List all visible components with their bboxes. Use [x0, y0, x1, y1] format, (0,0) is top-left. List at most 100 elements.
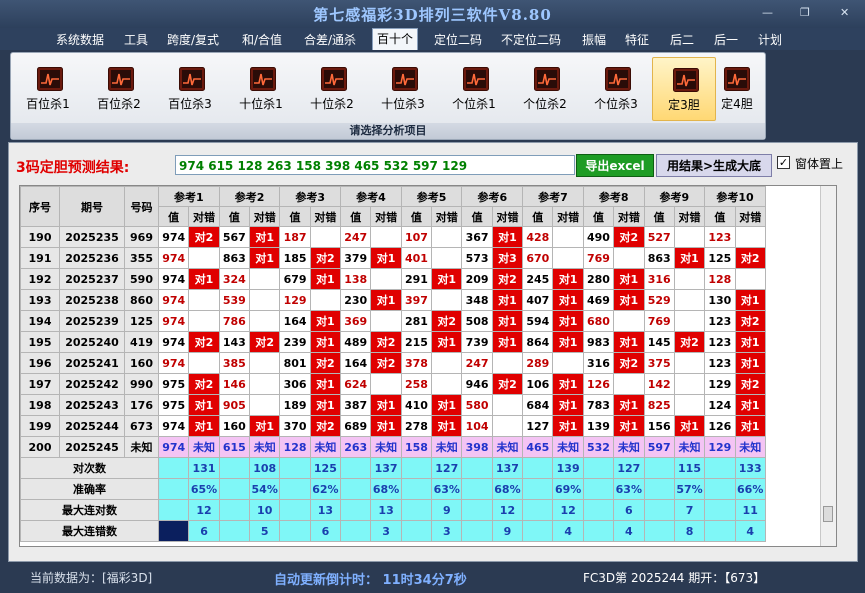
row-draw-code: 160: [124, 352, 159, 374]
menu-item[interactable]: 特征: [625, 31, 649, 48]
topmost-checkbox[interactable]: ✓: [777, 156, 790, 169]
column-header[interactable]: 序号: [20, 186, 60, 227]
stats-value: 13: [309, 499, 342, 521]
column-header[interactable]: 号码: [124, 186, 159, 227]
stats-spacer-cell: [218, 499, 251, 521]
menu-item[interactable]: 后二: [670, 31, 694, 48]
value-subheader[interactable]: 值: [582, 206, 615, 227]
chart-icon: [250, 67, 276, 91]
value-subheader[interactable]: 值: [340, 206, 372, 227]
menu-item[interactable]: 计划: [758, 31, 782, 48]
ribbon-button[interactable]: 十位杀2: [301, 57, 363, 119]
stats-value: 6: [613, 499, 645, 521]
table-row[interactable]: 190 2025235 969 974 对2 567 对1 187 247 107 367 对1 428…: [20, 226, 766, 248]
mark-subheader[interactable]: 对错: [249, 206, 281, 227]
row-draw-code: 未知: [124, 436, 159, 458]
ref-group-header[interactable]: 参考6: [461, 186, 524, 207]
close-button[interactable]: ✕: [840, 6, 849, 19]
prediction-row[interactable]: 200 2025245 未知 974 未知 615 未知 128 未知 263 未知 158 未知 398…: [20, 436, 766, 458]
stats-selected-cell[interactable]: [157, 520, 190, 542]
mark-subheader[interactable]: 对错: [491, 206, 524, 227]
ref-group-header[interactable]: 参考1: [158, 186, 220, 207]
ribbon-button[interactable]: 百位杀3: [159, 57, 221, 119]
export-excel-button[interactable]: 导出excel: [576, 154, 654, 177]
ref-group-header[interactable]: 参考9: [643, 186, 706, 207]
value-subheader[interactable]: 值: [400, 206, 433, 227]
vertical-scrollbar[interactable]: [820, 186, 836, 546]
table-row[interactable]: 195 2025240 419 974 对2 143 对2 239 对1 489 对2 215 对1 73…: [20, 331, 766, 353]
menu-item[interactable]: 系统数据: [56, 31, 104, 48]
ref-group-header[interactable]: 参考4: [340, 186, 402, 207]
table-row[interactable]: 198 2025243 176 975 对1 905 189 对1 387 对1 410 对1 580 6…: [20, 394, 766, 416]
ref-value-cell: 139: [582, 415, 615, 437]
value-subheader[interactable]: 值: [643, 206, 675, 227]
ribbon-button[interactable]: 个位杀2: [514, 57, 576, 119]
menu-item[interactable]: 工具: [124, 31, 148, 48]
table-row[interactable]: 192 2025237 590 974 对1 324 679 对1 138 291 对1 209 对2 2…: [20, 268, 766, 290]
column-header[interactable]: 期号: [59, 186, 125, 227]
ref-group-header[interactable]: 参考2: [218, 186, 281, 207]
ribbon-button[interactable]: 定3胆: [652, 57, 716, 121]
stats-spacer-cell: [582, 478, 615, 500]
table-row[interactable]: 193 2025238 860 974 539 129 230 对1 397 348 对1 407 对1…: [20, 289, 766, 311]
value-subheader[interactable]: 值: [522, 206, 554, 227]
ref-value-cell: 624: [340, 373, 372, 395]
stats-spacer-cell: [279, 478, 311, 500]
table-row[interactable]: 197 2025242 990 975 对2 146 306 对1 624 258 946 对2 106…: [20, 373, 766, 395]
value-subheader[interactable]: 值: [279, 206, 311, 227]
ribbon-button[interactable]: 个位杀1: [443, 57, 505, 119]
mark-subheader[interactable]: 对错: [431, 206, 463, 227]
menu-item[interactable]: 定位二码: [434, 31, 482, 48]
mark-subheader[interactable]: 对错: [188, 206, 220, 227]
mark-subheader[interactable]: 对错: [309, 206, 342, 227]
menu-item-active[interactable]: 百十个: [372, 28, 419, 50]
ref-group-header[interactable]: 参考8: [582, 186, 645, 207]
ref-mark-cell: [188, 289, 220, 311]
ref-group-header[interactable]: 参考7: [522, 186, 584, 207]
ref-value-cell: 974: [157, 268, 190, 290]
ribbon-button[interactable]: 十位杀3: [372, 57, 434, 119]
menu-item[interactable]: 后一: [714, 31, 738, 48]
menu-item[interactable]: 振幅: [582, 31, 606, 48]
stats-value: 4: [613, 520, 645, 542]
stats-spacer-cell: [704, 499, 736, 521]
ribbon-button[interactable]: 个位杀3: [585, 57, 647, 119]
ribbon-button[interactable]: 定4胆: [712, 57, 762, 119]
value-subheader[interactable]: 值: [461, 206, 493, 227]
ref-mark-cell: [613, 373, 645, 395]
stats-value: 63%: [613, 478, 645, 500]
value-subheader[interactable]: 值: [218, 206, 251, 227]
table-row[interactable]: 191 2025236 355 974 863 对1 185 对2 379 对1 401 573 对3 6…: [20, 247, 766, 269]
mark-subheader[interactable]: 对错: [613, 206, 645, 227]
prediction-result-field[interactable]: 974 615 128 263 158 398 465 532 597 129: [175, 155, 575, 175]
mark-subheader[interactable]: 对错: [370, 206, 402, 227]
ref-mark-cell: 对1: [673, 415, 706, 437]
menu-item[interactable]: 不定位二码: [501, 31, 561, 48]
value-subheader[interactable]: 值: [157, 206, 190, 227]
ref-value-cell: 508: [461, 310, 493, 332]
ref-value-cell: 142: [643, 373, 675, 395]
ref-group-header[interactable]: 参考5: [400, 186, 463, 207]
ref-group-header[interactable]: 参考10: [704, 186, 766, 207]
ref-group-header[interactable]: 参考3: [279, 186, 342, 207]
mark-subheader[interactable]: 对错: [552, 206, 584, 227]
menu-item[interactable]: 合差/通杀: [304, 31, 356, 48]
maximize-button[interactable]: ❐: [800, 6, 810, 19]
ribbon-button[interactable]: 百位杀1: [17, 57, 79, 119]
table-row[interactable]: 199 2025244 673 974 对1 160 对1 370 对2 689 对1 278 对1 10…: [20, 415, 766, 437]
generate-base-button[interactable]: 用结果>生成大底: [656, 154, 772, 177]
menu-item[interactable]: 和/合值: [242, 31, 282, 48]
table-row[interactable]: 194 2025239 125 974 786 164 对1 369 281 对2 508 对1 594…: [20, 310, 766, 332]
minimize-button[interactable]: —: [762, 6, 773, 19]
ribbon-button[interactable]: 百位杀2: [88, 57, 150, 119]
ref-mark-cell: 对2: [370, 331, 402, 353]
ref-value-cell: 573: [461, 247, 493, 269]
ribbon-button[interactable]: 十位杀1: [230, 57, 292, 119]
menu-item[interactable]: 跨度/复式: [167, 31, 219, 48]
mark-subheader[interactable]: 对错: [734, 206, 766, 227]
mark-subheader[interactable]: 对错: [673, 206, 706, 227]
value-subheader[interactable]: 值: [704, 206, 736, 227]
scrollbar-thumb[interactable]: [823, 506, 833, 522]
ref-value-cell: 983: [582, 331, 615, 353]
table-row[interactable]: 196 2025241 160 974 385 801 对2 164 对2 378 247 289 31…: [20, 352, 766, 374]
